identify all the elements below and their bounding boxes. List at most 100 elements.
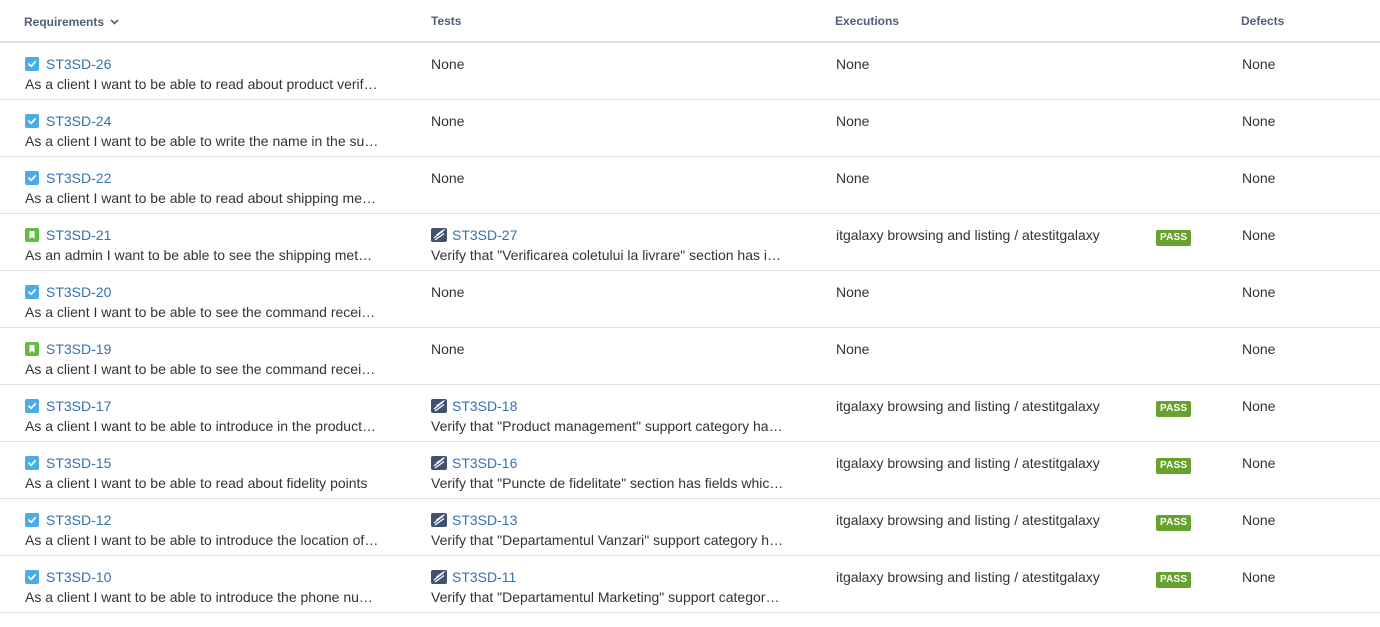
requirement-key-link[interactable]: ST3SD-19 bbox=[46, 340, 111, 358]
task-icon bbox=[25, 456, 39, 470]
defects-cell: None bbox=[1242, 511, 1275, 529]
requirement-cell: ST3SD-19 As a client I want to be able to… bbox=[25, 340, 385, 378]
tests-none-text: None bbox=[431, 341, 465, 357]
test-cell: ST3SD-27 Verify that "Verificarea coletul… bbox=[431, 226, 791, 264]
tests-none-text: None bbox=[431, 56, 465, 72]
table-row: ST3SD-10 As a client I want to be able to… bbox=[0, 556, 1380, 613]
execution-text: itgalaxy browsing and listing / atestitg… bbox=[836, 455, 1100, 471]
execution-text: itgalaxy browsing and listing / atestitg… bbox=[836, 398, 1100, 414]
requirement-summary: As a client I want to be able to introdu… bbox=[25, 589, 379, 605]
requirement-summary: As a client I want to be able to read ab… bbox=[25, 475, 368, 491]
defects-cell: None bbox=[1242, 112, 1275, 130]
requirement-key-link[interactable]: ST3SD-10 bbox=[46, 568, 111, 586]
task-icon bbox=[25, 114, 39, 128]
tests-none-text: None bbox=[431, 170, 465, 186]
requirements-column-header[interactable]: Requirements bbox=[24, 14, 119, 29]
execution-text: None bbox=[836, 170, 870, 186]
defects-text: None bbox=[1242, 512, 1276, 528]
execution-cell: itgalaxy browsing and listing / atestitg… bbox=[836, 454, 1136, 472]
defects-text: None bbox=[1242, 284, 1276, 300]
table-row: ST3SD-26 As a client I want to be able to… bbox=[0, 43, 1380, 100]
task-icon bbox=[25, 513, 39, 527]
execution-cell: None bbox=[836, 169, 1136, 187]
execution-cell: itgalaxy browsing and listing / atestitg… bbox=[836, 397, 1136, 415]
defects-text: None bbox=[1242, 170, 1276, 186]
executions-column-header: Executions bbox=[835, 14, 900, 28]
defects-text: None bbox=[1242, 398, 1276, 414]
test-cell: ST3SD-16 Verify that "Puncte de fidelitat… bbox=[431, 454, 791, 492]
test-cell: ST3SD-18 Verify that "Product management"… bbox=[431, 397, 791, 435]
requirement-key-link[interactable]: ST3SD-21 bbox=[46, 226, 111, 244]
test-cell: ST3SD-13 Verify that "Departamentul Vanza… bbox=[431, 511, 791, 549]
requirement-cell: ST3SD-10 As a client I want to be able to… bbox=[25, 568, 385, 606]
table-row: ST3SD-24 As a client I want to be able to… bbox=[0, 100, 1380, 157]
test-key-link[interactable]: ST3SD-13 bbox=[452, 511, 517, 529]
requirement-cell: ST3SD-20 As a client I want to be able to… bbox=[25, 283, 385, 321]
execution-cell: None bbox=[836, 283, 1136, 301]
test-key-link[interactable]: ST3SD-16 bbox=[452, 454, 517, 472]
tests-none-text: None bbox=[431, 113, 465, 129]
execution-cell: itgalaxy browsing and listing / atestitg… bbox=[836, 226, 1136, 244]
requirement-cell: ST3SD-21 As an admin I want to be able to… bbox=[25, 226, 385, 264]
requirement-key-link[interactable]: ST3SD-12 bbox=[46, 511, 111, 529]
status-badge: PASS bbox=[1156, 458, 1192, 474]
requirement-summary: As a client I want to be able to read ab… bbox=[25, 76, 379, 92]
table-row: ST3SD-12 As a client I want to be able to… bbox=[0, 499, 1380, 556]
status-cell: PASS bbox=[1156, 455, 1192, 474]
test-summary: Verify that "Product management" support… bbox=[431, 418, 785, 434]
test-cell: None bbox=[431, 340, 791, 358]
defects-cell: None bbox=[1242, 55, 1275, 73]
status-cell: PASS bbox=[1156, 398, 1192, 417]
requirement-key-link[interactable]: ST3SD-15 bbox=[46, 454, 111, 472]
test-cell: None bbox=[431, 169, 791, 187]
test-icon bbox=[431, 399, 447, 413]
defects-cell: None bbox=[1242, 226, 1275, 244]
defects-cell: None bbox=[1242, 283, 1275, 301]
execution-text: None bbox=[836, 341, 870, 357]
defects-text: None bbox=[1242, 569, 1276, 585]
requirement-key-link[interactable]: ST3SD-20 bbox=[46, 283, 111, 301]
requirement-key-link[interactable]: ST3SD-24 bbox=[46, 112, 111, 130]
requirement-summary: As a client I want to be able to read ab… bbox=[25, 190, 379, 206]
requirement-cell: ST3SD-24 As a client I want to be able to… bbox=[25, 112, 385, 150]
execution-cell: itgalaxy browsing and listing / atestitg… bbox=[836, 568, 1136, 586]
test-summary: Verify that "Departamentul Marketing" su… bbox=[431, 589, 785, 605]
story-icon bbox=[25, 342, 39, 356]
defects-cell: None bbox=[1242, 397, 1275, 415]
requirement-cell: ST3SD-12 As a client I want to be able to… bbox=[25, 511, 385, 549]
requirements-header-label: Requirements bbox=[24, 15, 105, 29]
requirement-summary: As a client I want to be able to write t… bbox=[25, 133, 379, 149]
execution-text: itgalaxy browsing and listing / atestitg… bbox=[836, 512, 1100, 528]
status-badge: PASS bbox=[1156, 230, 1192, 246]
test-icon bbox=[431, 456, 447, 470]
task-icon bbox=[25, 171, 39, 185]
test-summary: Verify that "Departamentul Vanzari" supp… bbox=[431, 532, 785, 548]
requirement-summary: As a client I want to be able to introdu… bbox=[25, 418, 379, 434]
test-key-link[interactable]: ST3SD-18 bbox=[452, 397, 517, 415]
status-badge: PASS bbox=[1156, 572, 1192, 588]
requirement-summary: As an admin I want to be able to see the… bbox=[25, 247, 379, 263]
requirement-key-link[interactable]: ST3SD-17 bbox=[46, 397, 111, 415]
defects-text: None bbox=[1242, 455, 1276, 471]
status-cell: PASS bbox=[1156, 569, 1192, 588]
requirement-key-link[interactable]: ST3SD-22 bbox=[46, 169, 111, 187]
requirement-cell: ST3SD-15 As a client I want to be able to… bbox=[25, 454, 385, 492]
defects-column-header: Defects bbox=[1241, 14, 1285, 28]
coverage-table: Requirements Tests Executions Defects ST… bbox=[0, 0, 1380, 613]
table-body: ST3SD-26 As a client I want to be able to… bbox=[0, 43, 1380, 613]
status-badge: PASS bbox=[1156, 515, 1192, 531]
task-icon bbox=[25, 285, 39, 299]
table-row: ST3SD-21 As an admin I want to be able to… bbox=[0, 214, 1380, 271]
table-row: ST3SD-22 As a client I want to be able to… bbox=[0, 157, 1380, 214]
status-cell: PASS bbox=[1156, 227, 1192, 246]
requirement-summary: As a client I want to be able to introdu… bbox=[25, 532, 379, 548]
task-icon bbox=[25, 57, 39, 71]
test-key-link[interactable]: ST3SD-27 bbox=[452, 226, 517, 244]
table-header: Requirements Tests Executions Defects bbox=[0, 0, 1380, 43]
chevron-down-icon[interactable] bbox=[110, 14, 119, 28]
test-summary: Verify that "Puncte de fidelitate" secti… bbox=[431, 475, 785, 491]
requirement-key-link[interactable]: ST3SD-26 bbox=[46, 55, 111, 73]
test-icon bbox=[431, 570, 447, 584]
test-key-link[interactable]: ST3SD-11 bbox=[452, 568, 516, 586]
defects-text: None bbox=[1242, 113, 1276, 129]
